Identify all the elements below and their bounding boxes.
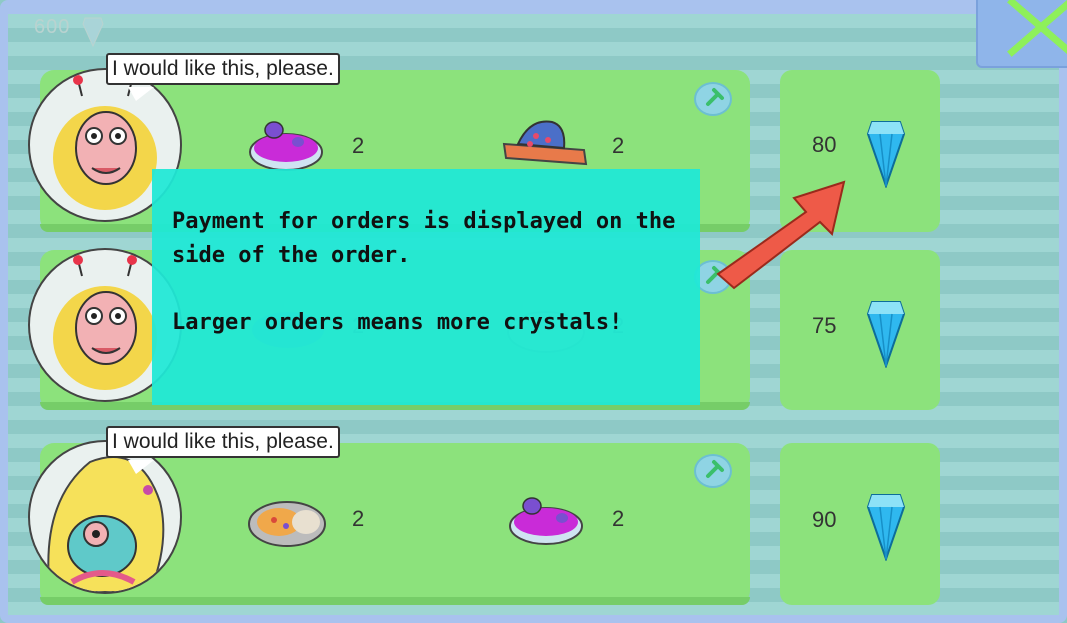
purple-soup-bowl-icon	[249, 121, 323, 171]
crystal-icon	[866, 494, 906, 561]
pin-icon	[706, 460, 724, 478]
pin-icon[interactable]	[694, 454, 732, 488]
berry-pie-slice-icon	[502, 120, 588, 166]
item-quantity: 2	[352, 506, 365, 531]
close-button[interactable]	[976, 0, 1067, 68]
tutorial-text: Payment for orders is displayed on the s…	[172, 209, 676, 268]
tutorial-text: Larger orders means more crystals!	[172, 310, 623, 335]
pointer-arrow-icon	[716, 180, 846, 290]
payment-amount: 90	[812, 507, 837, 532]
item-quantity: 2	[352, 133, 365, 158]
speech-bubble: I would like this, please.	[106, 426, 340, 458]
speech-bubble-tail	[128, 87, 154, 101]
crystal-icon	[82, 17, 104, 48]
customer-avatar	[28, 440, 182, 594]
coin-counter: 600	[34, 16, 71, 38]
rice-dish-icon	[248, 501, 326, 547]
crystal-icon	[866, 301, 906, 368]
close-icon	[1007, 0, 1067, 57]
tutorial-tooltip[interactable]: Payment for orders is displayed on the s…	[152, 169, 700, 405]
crystal-icon	[866, 121, 906, 188]
blonde-monster-character-icon	[47, 456, 165, 592]
payment-amount: 75	[812, 313, 837, 338]
payment-panel: 90	[780, 443, 940, 605]
speech-bubble-tail	[128, 460, 154, 474]
item-quantity: 2	[612, 506, 625, 531]
purple-soup-bowl-icon	[509, 497, 583, 545]
pin-icon	[706, 88, 724, 106]
pin-icon[interactable]	[694, 82, 732, 116]
payment-amount: 80	[812, 132, 837, 157]
speech-bubble: I would like this, please.	[106, 53, 340, 85]
item-quantity: 2	[612, 133, 625, 158]
